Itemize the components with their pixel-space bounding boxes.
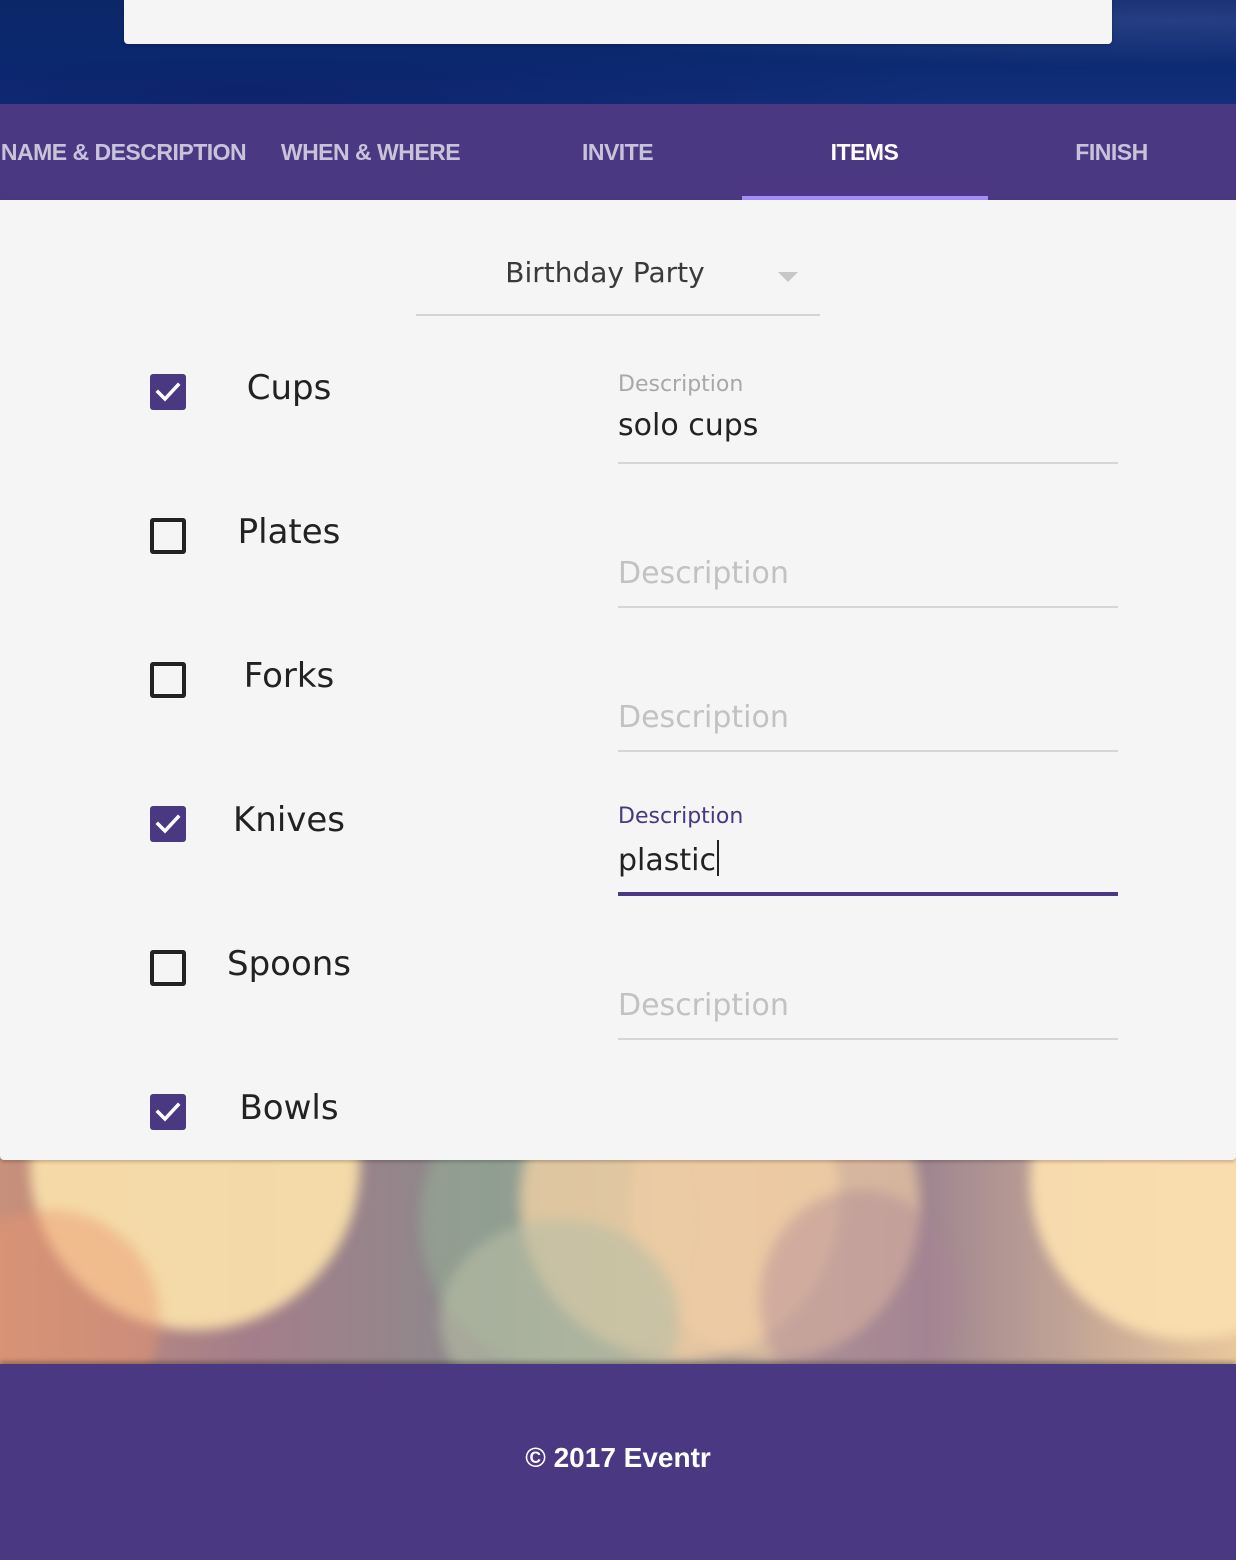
checkbox-cups[interactable] bbox=[150, 374, 186, 410]
description-field-plates[interactable]: Description bbox=[618, 516, 1118, 608]
description-field-forks[interactable]: Description bbox=[618, 660, 1118, 752]
checkbox-bowls[interactable] bbox=[150, 1094, 186, 1130]
items-panel: Birthday Party Cups Description solo cup… bbox=[0, 200, 1236, 1160]
description-value: solo cups bbox=[618, 408, 759, 443]
description-placeholder: Description bbox=[618, 700, 789, 735]
hero-card bbox=[124, 0, 1112, 44]
field-underline bbox=[618, 1038, 1118, 1040]
field-underline bbox=[618, 462, 1118, 464]
item-row-knives: Knives Description plastic bbox=[0, 776, 1236, 920]
description-placeholder: Description bbox=[618, 556, 789, 591]
description-field-knives[interactable]: Description plastic bbox=[618, 804, 1118, 896]
item-label-plates: Plates bbox=[237, 512, 341, 552]
item-row-cups: Cups Description solo cups bbox=[0, 344, 1236, 488]
field-underline bbox=[618, 750, 1118, 752]
text-caret bbox=[716, 840, 719, 876]
hero-banner bbox=[0, 0, 1236, 104]
tab-items[interactable]: ITEMS bbox=[741, 104, 988, 200]
checkbox-plates[interactable] bbox=[150, 518, 186, 554]
checkmark-icon bbox=[155, 1102, 181, 1122]
item-row-forks: Forks Description bbox=[0, 632, 1236, 776]
event-type-select-value: Birthday Party bbox=[505, 256, 705, 289]
description-field-spoons[interactable]: Description bbox=[618, 948, 1118, 1040]
field-underline bbox=[618, 606, 1118, 608]
item-label-forks: Forks bbox=[243, 656, 335, 696]
item-row-spoons: Spoons Description bbox=[0, 920, 1236, 1064]
tab-when-where[interactable]: WHEN & WHERE bbox=[247, 104, 494, 200]
checkmark-icon bbox=[155, 382, 181, 402]
copyright-text: © 2017 Eventr bbox=[525, 1442, 711, 1473]
checkmark-icon bbox=[155, 814, 181, 834]
description-field-cups[interactable]: Description solo cups bbox=[618, 372, 1118, 464]
item-row-bowls: Bowls bbox=[0, 1064, 1236, 1160]
checkbox-knives[interactable] bbox=[150, 806, 186, 842]
item-label-spoons: Spoons bbox=[226, 944, 352, 984]
item-label-bowls: Bowls bbox=[239, 1088, 339, 1128]
step-tabs: NAME & DESCRIPTION WHEN & WHERE INVITE I… bbox=[0, 104, 1236, 200]
tab-invite[interactable]: INVITE bbox=[494, 104, 741, 200]
bokeh-light bbox=[1030, 1150, 1236, 1340]
footer: © 2017 Eventr bbox=[0, 1364, 1236, 1560]
bokeh-background bbox=[0, 1150, 1236, 1364]
description-placeholder: Description bbox=[618, 988, 789, 1023]
tab-finish[interactable]: FINISH bbox=[988, 104, 1235, 200]
description-value: plastic bbox=[618, 843, 716, 878]
item-label-cups: Cups bbox=[246, 368, 332, 408]
dropdown-arrow-icon bbox=[778, 272, 798, 282]
description-label: Description bbox=[618, 372, 744, 397]
field-underline bbox=[618, 892, 1118, 896]
item-label-knives: Knives bbox=[232, 800, 346, 840]
checkbox-forks[interactable] bbox=[150, 662, 186, 698]
tab-name-description[interactable]: NAME & DESCRIPTION bbox=[0, 104, 247, 200]
item-row-plates: Plates Description bbox=[0, 488, 1236, 632]
checkbox-spoons[interactable] bbox=[150, 950, 186, 986]
description-label: Description bbox=[618, 804, 744, 829]
event-type-select[interactable]: Birthday Party bbox=[416, 248, 820, 316]
description-value-wrapper: plastic bbox=[618, 840, 719, 878]
